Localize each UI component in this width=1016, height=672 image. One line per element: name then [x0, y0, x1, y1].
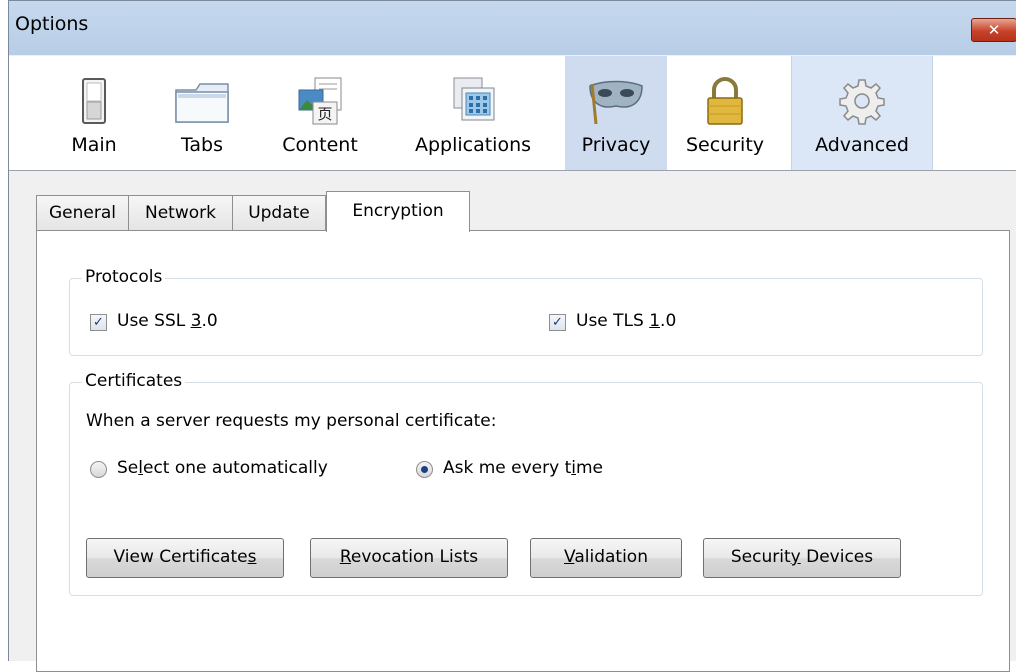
tab-label-update: Update	[248, 203, 310, 223]
select-automatically-label[interactable]: Select one automatically	[117, 458, 328, 478]
options-window: Options ✕ Main Tabs 页 Content Applicatio…	[8, 0, 1016, 672]
pane-tabs[interactable]: Tabs	[167, 56, 237, 170]
validation-accesskey: V	[564, 547, 575, 567]
ask-every-time-label[interactable]: Ask me every time	[443, 458, 603, 478]
svg-text:页: 页	[317, 105, 332, 123]
pane-main[interactable]: Main	[59, 56, 129, 170]
protocols-title: Protocols	[82, 267, 166, 287]
revocation-lists-accesskey: R	[339, 547, 351, 567]
tab-general[interactable]: General	[36, 195, 129, 231]
security-devices-accesskey: y	[790, 547, 801, 567]
content-icon: 页	[298, 77, 342, 125]
tab-encryption[interactable]: Encryption	[326, 191, 470, 232]
encryption-panel: Protocols ✓ Use SSL 3.0 ✓ Use TLS 1.0 Ce…	[36, 230, 1010, 672]
pane-label-main: Main	[71, 134, 117, 156]
pane-label-security: Security	[685, 134, 765, 156]
use-tls-accesskey: 1	[649, 311, 661, 331]
ask-every-time-radio[interactable]	[416, 461, 433, 478]
gear-icon	[839, 79, 885, 125]
tab-label-network: Network	[145, 203, 216, 223]
select-automatically-radio[interactable]	[90, 461, 107, 478]
mask-icon	[589, 80, 643, 125]
padlock-icon	[707, 77, 743, 125]
use-ssl-label-post: .0	[201, 311, 218, 331]
use-ssl-label-pre: Use SSL	[117, 311, 191, 331]
view-certificates-accesskey: s	[247, 547, 257, 567]
security-devices-label-pre: Securit	[730, 547, 791, 567]
title-bar[interactable]: Options ✕	[9, 1, 1016, 55]
select-automatically-label-pre: Se	[117, 458, 139, 478]
revocation-lists-label-post: evocation Lists	[350, 547, 479, 567]
switch-icon	[82, 78, 106, 124]
certificate-prompt: When a server requests my personal certi…	[86, 411, 497, 431]
use-ssl-label[interactable]: Use SSL 3.0	[117, 311, 218, 331]
use-tls-checkbox[interactable]: ✓	[549, 314, 566, 331]
use-tls-label-post: .0	[660, 311, 677, 331]
pane-label-tabs: Tabs	[180, 134, 224, 156]
tab-network[interactable]: Network	[128, 195, 233, 231]
tab-label-general: General	[49, 203, 116, 223]
pane-label-advanced: Advanced	[815, 134, 909, 156]
pane-label-applications: Applications	[414, 134, 532, 156]
use-ssl-accesskey: 3	[190, 311, 202, 331]
protocols-group: Protocols ✓ Use SSL 3.0 ✓ Use TLS 1.0	[69, 267, 983, 356]
use-ssl-checkbox[interactable]: ✓	[90, 314, 107, 331]
certificates-title: Certificates	[82, 371, 186, 391]
use-tls-label[interactable]: Use TLS 1.0	[576, 311, 676, 331]
applications-icon	[453, 77, 495, 121]
window-title: Options	[15, 13, 89, 35]
view-certificates-button[interactable]: View Certificates	[86, 538, 284, 578]
ask-every-time-label-post: me	[576, 458, 604, 478]
ask-every-time-label-pre: Ask me every t	[443, 458, 572, 478]
validation-button[interactable]: Validation	[530, 538, 682, 578]
pane-applications[interactable]: Applications	[403, 56, 543, 170]
security-devices-label-post: Devices	[800, 547, 874, 567]
validation-label-post: alidation	[574, 547, 648, 567]
folder-tab-icon	[175, 83, 229, 123]
certificates-group: Certificates When a server requests my p…	[69, 371, 983, 596]
use-tls-label-pre: Use TLS	[576, 311, 650, 331]
pane-privacy[interactable]: Privacy	[565, 56, 667, 170]
security-devices-button[interactable]: Security Devices	[703, 538, 901, 578]
view-certificates-label-pre: View Certificate	[113, 547, 248, 567]
pane-label-privacy: Privacy	[581, 134, 651, 156]
close-icon: ✕	[987, 21, 1001, 39]
tab-update[interactable]: Update	[232, 195, 326, 231]
certificate-buttons-row: View Certificates Revocation Lists Valid…	[86, 538, 966, 578]
pane-security[interactable]: Security	[675, 56, 775, 170]
select-automatically-label-post: ect one automatically	[142, 458, 328, 478]
pane-content-area: General Network Update Encryption Protoc…	[9, 171, 1016, 672]
pane-content[interactable]: 页 Content	[271, 56, 369, 170]
pane-label-content: Content	[282, 134, 358, 156]
close-button[interactable]: ✕	[971, 18, 1016, 42]
pane-advanced[interactable]: Advanced	[791, 56, 933, 170]
preferences-toolbar: Main Tabs 页 Content Applications Privacy…	[9, 56, 1016, 171]
tab-label-encryption: Encryption	[352, 201, 444, 221]
revocation-lists-button[interactable]: Revocation Lists	[310, 538, 508, 578]
